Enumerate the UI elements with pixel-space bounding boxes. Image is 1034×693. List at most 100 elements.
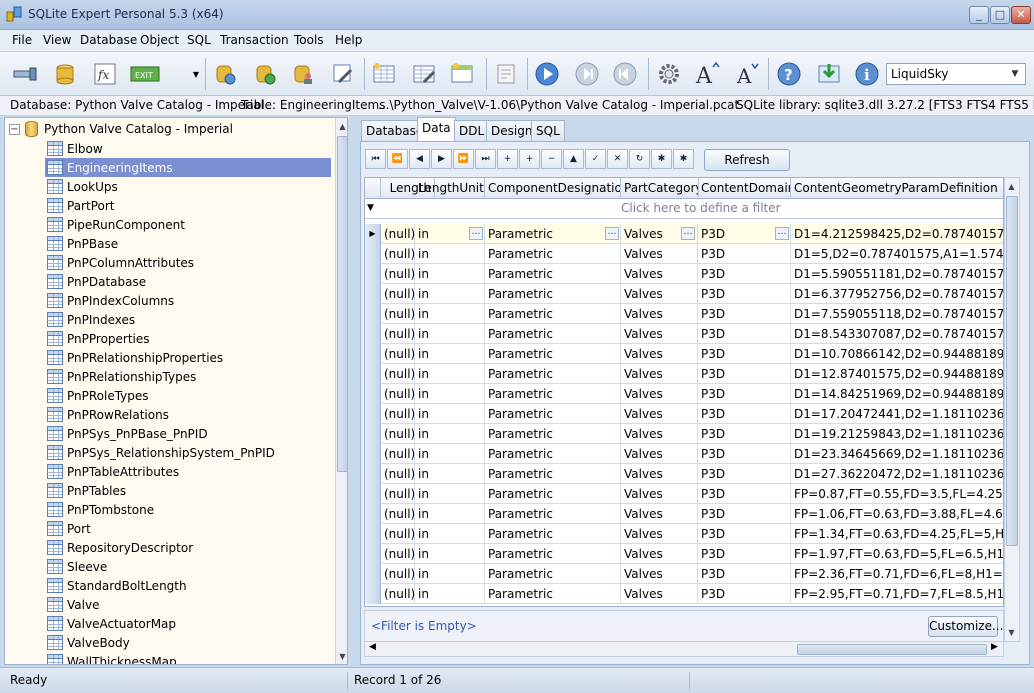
help-button[interactable]: ?	[774, 58, 804, 90]
table-cell[interactable]: in	[415, 564, 485, 584]
tree-item-table[interactable]: PnPRelationshipProperties	[45, 348, 331, 367]
column-header[interactable]: ContentDomain	[698, 178, 791, 199]
table-cell[interactable]: (null)	[381, 344, 415, 364]
tree-scrollbar[interactable]: ▲ ▼	[335, 118, 347, 664]
row-indicator[interactable]	[365, 384, 381, 404]
toolbar-dropdown[interactable]: ▼	[190, 58, 202, 90]
tree-item-table[interactable]: LookUps	[45, 177, 331, 196]
menu-object[interactable]: Object	[140, 33, 179, 47]
table-row[interactable]: (null) in Parametric Valves P3D D1=27.3622047…	[365, 464, 1003, 484]
table-cell[interactable]: P3D	[698, 504, 791, 524]
tree-item-table[interactable]: PnPProperties	[45, 329, 331, 348]
table-cell[interactable]: in	[415, 264, 485, 284]
tree-item-table[interactable]: WallThicknessMap	[45, 652, 331, 664]
tree-item-table[interactable]: PnPTableAttributes	[45, 462, 331, 481]
table-cell[interactable]: (null)	[381, 464, 415, 484]
tree-item-table[interactable]: PnPColumnAttributes	[45, 253, 331, 272]
increase-font-button[interactable]: A	[692, 58, 722, 90]
table-cell[interactable]: P3D	[698, 444, 791, 464]
table-cell[interactable]: (null)	[381, 324, 415, 344]
table-cell[interactable]: in	[415, 484, 485, 504]
table-cell[interactable]: P3D	[698, 464, 791, 484]
filter-row[interactable]: ▼ Click here to define a filter	[365, 199, 1003, 219]
tree-root[interactable]: − Python Valve Catalog - Imperial	[9, 120, 233, 138]
tree-item-table[interactable]: PartPort	[45, 196, 331, 215]
table-cell[interactable]: P3D	[698, 264, 791, 284]
table-cell[interactable]: (null)	[381, 424, 415, 444]
goto-bookmark-icon[interactable]: ✱	[673, 149, 694, 169]
table-cell[interactable]: in	[415, 444, 485, 464]
table-cell[interactable]: D1=19.21259843,D2=1.181102362,A1=3.9	[791, 424, 1003, 444]
table-cell[interactable]: D1=5.590551181,D2=0.787401575,A1=1.9	[791, 264, 1003, 284]
menu-file[interactable]: File	[12, 33, 32, 47]
table-cell[interactable]: Valves	[621, 504, 698, 524]
table-row[interactable]: (null) in Parametric Valves P3D D1=5,D2=0.787…	[365, 244, 1003, 264]
next-record-icon[interactable]: ▶	[431, 149, 452, 169]
table-cell[interactable]: (null)	[381, 244, 415, 264]
table-cell[interactable]: Valves	[621, 284, 698, 304]
table-cell[interactable]: FP=1.34,FT=0.63,FD=4.25,FL=5,H1=3.09,	[791, 524, 1003, 544]
table-cell[interactable]: Valves	[621, 344, 698, 364]
table-row[interactable]: (null) in Parametric Valves P3D D1=12.8740157…	[365, 364, 1003, 384]
table-row[interactable]: (null) in Parametric Valves P3D FP=1.34,FT=0.…	[365, 524, 1003, 544]
table-cell[interactable]: Valves	[621, 244, 698, 264]
sql-script-button[interactable]	[491, 58, 521, 90]
table-cell[interactable]: (null)	[381, 524, 415, 544]
table-row[interactable]: (null) in Parametric Valves P3D D1=8.54330708…	[365, 324, 1003, 344]
table-cell[interactable]: Valves	[621, 584, 698, 604]
tree-item-table[interactable]: PipeRunComponent	[45, 215, 331, 234]
table-cell[interactable]: Parametric	[485, 524, 621, 544]
grid-scroll-thumb[interactable]	[1006, 196, 1018, 546]
table-cell[interactable]: Parametric	[485, 564, 621, 584]
row-indicator[interactable]	[365, 304, 381, 324]
table-cell[interactable]: Valves	[621, 544, 698, 564]
grid-horizontal-scrollbar[interactable]: ◀ ▶	[364, 641, 1004, 657]
menu-transaction[interactable]: Transaction	[220, 33, 289, 47]
row-indicator[interactable]	[365, 504, 381, 524]
table-cell[interactable]: (null)	[381, 304, 415, 324]
function-button[interactable]: fx	[90, 58, 120, 90]
bookmark-icon[interactable]: ✱	[651, 149, 672, 169]
menu-tools[interactable]: Tools	[294, 33, 324, 47]
row-indicator[interactable]	[365, 244, 381, 264]
tab-sql[interactable]: SQL	[531, 120, 565, 141]
tree-item-table[interactable]: PnPRowRelations	[45, 405, 331, 424]
tab-data[interactable]: Data	[417, 117, 456, 142]
table-cell[interactable]: P3D	[698, 484, 791, 504]
table-cell[interactable]: Parametric	[485, 384, 621, 404]
table-cell[interactable]: Parametric	[485, 444, 621, 464]
table-cell[interactable]: D1=27.36220472,D2=1.181102362,A1=4.3	[791, 464, 1003, 484]
row-indicator[interactable]	[365, 464, 381, 484]
ellipsis-button[interactable]: …	[605, 227, 619, 240]
table-cell[interactable]: D1=7.559055118,D2=0.787401575,A1=1.9	[791, 304, 1003, 324]
table-cell[interactable]: (null)	[381, 444, 415, 464]
scroll-right-icon[interactable]: ▶	[991, 642, 998, 652]
table-cell[interactable]: P3D	[698, 524, 791, 544]
row-indicator[interactable]	[365, 444, 381, 464]
table-cell[interactable]: Valves	[621, 424, 698, 444]
attach-database-button[interactable]	[210, 58, 240, 90]
table-row[interactable]: ▶ (null) in Parametric Valves P3D D1=4.2125984…	[365, 224, 1003, 244]
tree-item-table[interactable]: ValveActuatorMap	[45, 614, 331, 633]
ellipsis-button[interactable]: …	[681, 227, 695, 240]
row-indicator[interactable]	[365, 404, 381, 424]
previous-button[interactable]	[610, 58, 640, 90]
tree-scroll-thumb[interactable]	[337, 136, 347, 472]
tree-item-table[interactable]: PnPTables	[45, 481, 331, 500]
table-cell[interactable]: FP=1.06,FT=0.63,FD=3.88,FL=4.6,H1=2.9	[791, 504, 1003, 524]
table-cell[interactable]: (null)	[381, 364, 415, 384]
minimize-button[interactable]: _	[969, 6, 989, 24]
table-cell[interactable]: Valves	[621, 304, 698, 324]
scroll-left-icon[interactable]: ◀	[369, 642, 376, 652]
table-cell[interactable]: D1=12.87401575,D2=0.94488189,A1=2.75	[791, 364, 1003, 384]
table-cell[interactable]: (null)	[381, 404, 415, 424]
tree-item-table[interactable]: Port	[45, 519, 331, 538]
insert-record-icon[interactable]: +	[497, 149, 518, 169]
decrease-font-button[interactable]: A	[732, 58, 762, 90]
post-edit-icon[interactable]: ✓	[585, 149, 606, 169]
tree-item-table[interactable]: RepositoryDescriptor	[45, 538, 331, 557]
row-indicator[interactable]	[365, 484, 381, 504]
table-cell[interactable]: Parametric	[485, 344, 621, 364]
table-cell[interactable]: in	[415, 384, 485, 404]
column-header[interactable]: ComponentDesignation	[485, 178, 621, 199]
